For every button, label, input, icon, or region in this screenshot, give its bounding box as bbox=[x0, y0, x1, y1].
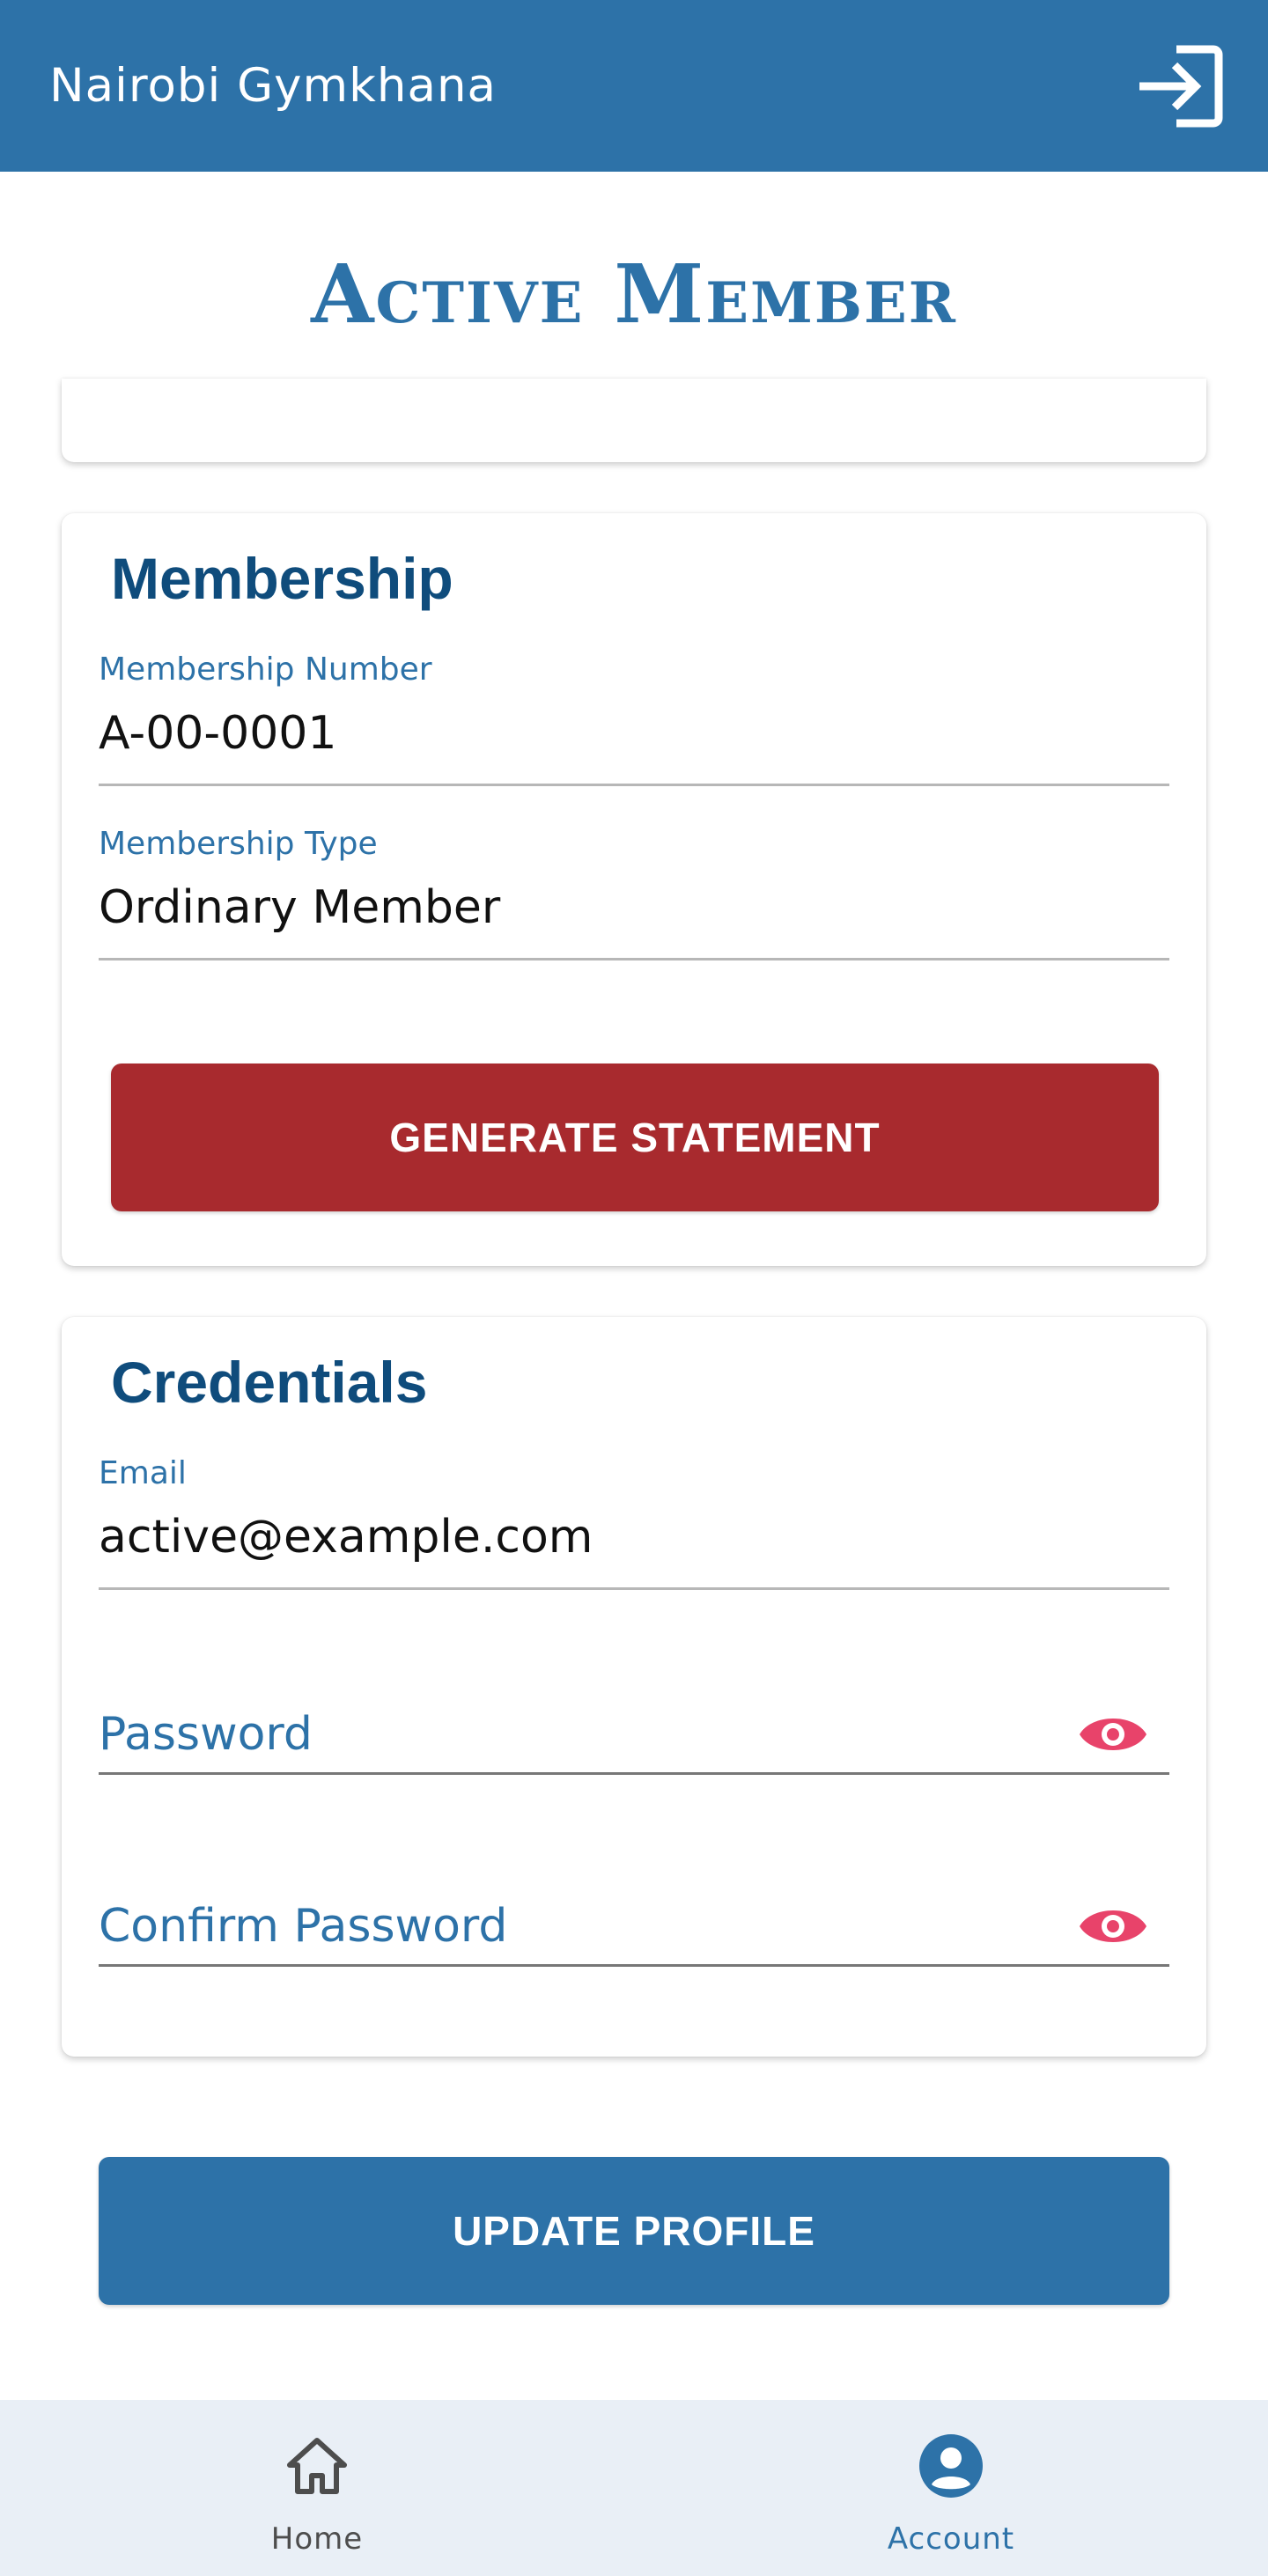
email-field[interactable]: active@example.com bbox=[99, 1511, 1169, 1590]
membership-number-field: A-00-0001 bbox=[99, 707, 1169, 786]
credentials-heading: Credentials bbox=[111, 1350, 428, 1415]
membership-heading: Membership bbox=[111, 546, 453, 611]
nav-label-account: Account bbox=[887, 2521, 1015, 2557]
profile-card-partial bbox=[62, 379, 1206, 462]
page-title: Active Member bbox=[311, 247, 957, 342]
password-field[interactable]: Password bbox=[99, 1696, 1169, 1775]
app-bar: Nairobi Gymkhana bbox=[0, 0, 1268, 172]
bottom-nav: Home Account bbox=[0, 2400, 1268, 2576]
membership-type-label: Membership Type bbox=[99, 826, 378, 862]
nav-label-home: Home bbox=[270, 2521, 364, 2557]
membership-type-field: Ordinary Member bbox=[99, 881, 1169, 960]
nav-item-account[interactable]: Account bbox=[634, 2400, 1268, 2576]
home-icon bbox=[287, 2438, 347, 2494]
confirm-password-field[interactable]: Confirm Password bbox=[99, 1888, 1169, 1967]
app-title: Nairobi Gymkhana bbox=[49, 59, 498, 113]
eye-icon[interactable] bbox=[1078, 1900, 1148, 1953]
update-profile-button[interactable]: UPDATE PROFILE bbox=[99, 2157, 1169, 2305]
membership-number-label: Membership Number bbox=[99, 651, 432, 688]
account-circle-icon bbox=[919, 2434, 983, 2498]
eye-icon[interactable] bbox=[1078, 1708, 1148, 1761]
password-placeholder: Password bbox=[99, 1707, 313, 1761]
credentials-card: Credentials Email active@example.com Pas… bbox=[62, 1317, 1206, 2057]
confirm-password-placeholder: Confirm Password bbox=[99, 1899, 508, 1953]
generate-statement-button[interactable]: GENERATE STATEMENT bbox=[111, 1064, 1159, 1211]
nav-item-home[interactable]: Home bbox=[0, 2400, 634, 2576]
membership-card: Membership Membership Number A-00-0001 M… bbox=[62, 513, 1206, 1266]
login-arrow-icon[interactable] bbox=[1136, 42, 1224, 130]
email-label: Email bbox=[99, 1455, 187, 1491]
